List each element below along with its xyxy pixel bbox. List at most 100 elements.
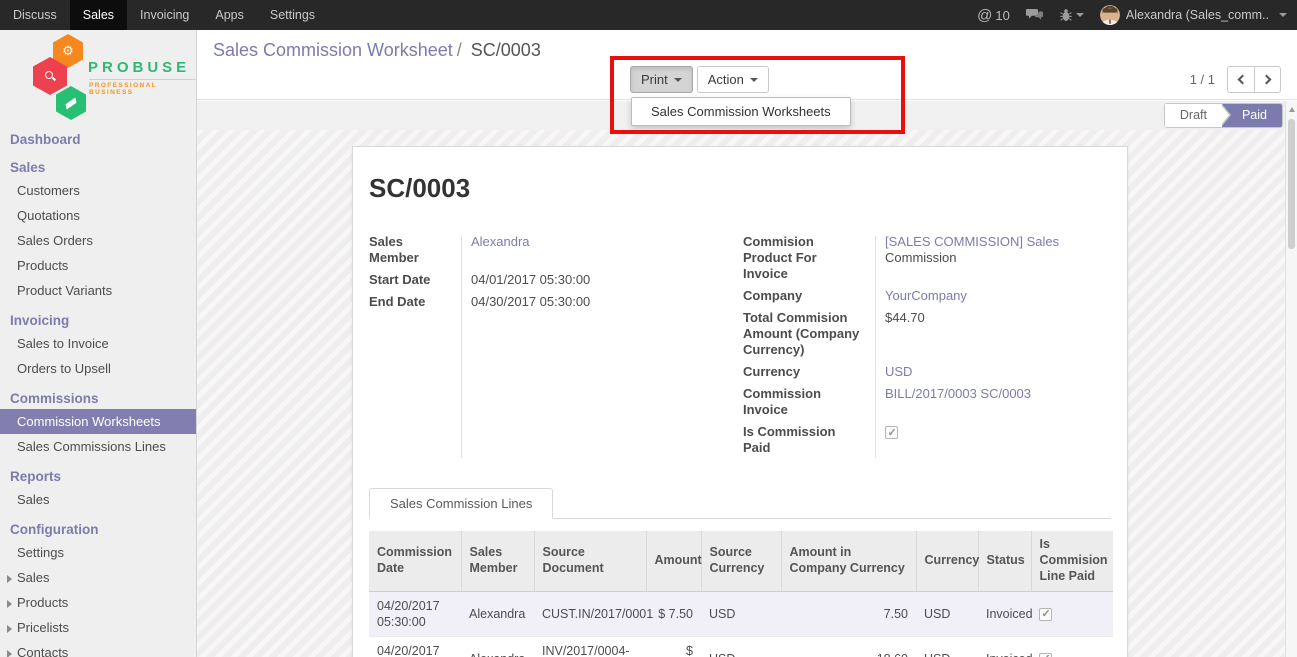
column-header-source-document: Source Document (534, 531, 646, 591)
chat-icon[interactable] (1026, 8, 1044, 22)
cell: 7.50 (781, 591, 916, 637)
field-currency: Currency USD (743, 364, 1109, 380)
breadcrumb-parent-link[interactable]: Sales Commission Worksheet (213, 40, 453, 60)
sidebar-item-sales[interactable]: Sales (0, 487, 196, 512)
sales-member-link[interactable]: Alexandra (461, 234, 530, 266)
field-sales-member: Sales Member Alexandra (369, 234, 725, 266)
top-menu-discuss[interactable]: Discuss (0, 0, 70, 30)
table-header-row: Commission DateSales MemberSource Docume… (369, 531, 1113, 591)
menu-item-sales-commission-worksheets[interactable]: Sales Commission Worksheets (632, 98, 850, 125)
sidebar-item-sales-to-invoice[interactable]: Sales to Invoice (0, 331, 196, 356)
end-date-value: 04/30/2017 05:30:00 (461, 294, 590, 310)
cell: 04/20/2017 05:30:00 (369, 637, 461, 657)
start-date-value: 04/01/2017 05:30:00 (461, 272, 590, 288)
sidebar-item-quotations[interactable]: Quotations (0, 203, 196, 228)
pager-next-button[interactable] (1254, 66, 1281, 93)
cell: 18.60 (781, 637, 916, 657)
print-button-label: Print (641, 72, 668, 87)
field-group-left: Sales Member Alexandra Start Date 04/01/… (369, 234, 725, 462)
breadcrumb-separator: / (453, 40, 466, 60)
user-name: Alexandra (Sales_comm.. (1126, 8, 1269, 22)
column-header-sales-member: Sales Member (461, 531, 534, 591)
column-header-commission-date: Commission Date (369, 531, 461, 591)
sidebar-section-sales[interactable]: Sales (0, 150, 196, 178)
mention-counter[interactable]: @ 10 (977, 7, 1010, 24)
cell: USD (916, 591, 978, 637)
field-end-date: End Date 04/30/2017 05:30:00 (369, 294, 725, 310)
status-step-draft[interactable]: Draft (1165, 104, 1222, 127)
scrollbar-thumb[interactable] (1288, 119, 1295, 249)
sidebar-item-products[interactable]: Products (0, 590, 196, 615)
sidebar-item-products[interactable]: Products (0, 253, 196, 278)
field-is-commission-paid: Is Commission Paid (743, 424, 1109, 456)
print-button[interactable]: Print (630, 66, 693, 93)
is-paid-checkbox (1039, 608, 1052, 621)
is-paid-checkbox (1039, 653, 1052, 657)
sidebar-item-commission-worksheets[interactable]: Commission Worksheets (0, 409, 196, 434)
chevron-right-icon (7, 650, 12, 657)
sidebar-section-dashboard[interactable]: Dashboard (0, 122, 196, 150)
cell: USD (701, 637, 781, 657)
sidebar-item-sales[interactable]: Sales (0, 565, 196, 590)
sidebar-section-configuration[interactable]: Configuration (0, 512, 196, 540)
debug-menu[interactable] (1060, 8, 1084, 22)
field-label: Commision Product For Invoice (743, 234, 875, 282)
commission-invoice-link[interactable]: BILL/2017/0003 SC/0003 (875, 386, 1031, 418)
sidebar-section-commissions[interactable]: Commissions (0, 381, 196, 409)
sidebar-item-orders-to-upsell[interactable]: Orders to Upsell (0, 356, 196, 381)
company-link[interactable]: YourCompany (875, 288, 967, 304)
field-divider (875, 236, 876, 458)
logo-subtitle: PROFESSIONAL BUSINESS (89, 79, 196, 96)
cell: USD (701, 591, 781, 637)
field-label: Sales Member (369, 234, 461, 266)
top-menu: DiscussSalesInvoicingAppsSettings (0, 0, 328, 30)
action-button[interactable]: Action (697, 66, 769, 93)
print-dropdown-menu: Sales Commission Worksheets (631, 97, 851, 126)
top-menu-apps[interactable]: Apps (202, 0, 257, 30)
commission-product-link[interactable]: [SALES COMMISSION] Sales (885, 234, 1059, 250)
sidebar-item-settings[interactable]: Settings (0, 540, 196, 565)
sidebar-section-reports[interactable]: Reports (0, 459, 196, 487)
mention-count: 10 (995, 8, 1009, 23)
magnifier-icon (45, 71, 55, 81)
brush-icon (65, 97, 76, 109)
chevron-right-icon (7, 600, 12, 608)
top-menu-sales[interactable]: Sales (70, 0, 127, 30)
top-menu-invoicing[interactable]: Invoicing (127, 0, 202, 30)
top-menu-settings[interactable]: Settings (257, 0, 328, 30)
field-total-commission: Total Commision Amount (Company Currency… (743, 310, 1109, 358)
sidebar-item-sales-commissions-lines[interactable]: Sales Commissions Lines (0, 434, 196, 459)
field-company: Company YourCompany (743, 288, 1109, 304)
commission-line-row[interactable]: 04/20/2017 05:30:00AlexandraCUST.IN/2017… (369, 591, 1113, 637)
field-label: Company (743, 288, 875, 304)
chevron-right-icon (7, 575, 12, 583)
user-menu[interactable]: Alexandra (Sales_comm.. (1100, 5, 1287, 25)
sidebar: ⚙ PROBUSE PROFESSIONAL BUSINESS Dashboar… (0, 30, 197, 657)
commission-lines-table: Commission DateSales MemberSource Docume… (369, 531, 1113, 657)
sidebar-menu: DashboardSalesCustomersQuotationsSales O… (0, 122, 196, 657)
field-commission-invoice: Commission Invoice BILL/2017/0003 SC/000… (743, 386, 1109, 418)
sidebar-item-pricelists[interactable]: Pricelists (0, 615, 196, 640)
cell: INV/2017/0004-SO008 (534, 637, 646, 657)
pager-previous-button[interactable] (1227, 66, 1254, 93)
column-header-amount-in-company-currency: Amount in Company Currency (781, 531, 916, 591)
cell: Alexandra (461, 637, 534, 657)
main-area: Sales Commission Worksheet/ SC/0003 Prin… (197, 30, 1297, 657)
sidebar-item-product-variants[interactable]: Product Variants (0, 278, 196, 303)
sidebar-item-contacts[interactable]: Contacts (0, 640, 196, 657)
sidebar-item-sales-orders[interactable]: Sales Orders (0, 228, 196, 253)
tab-sales-commission-lines[interactable]: Sales Commission Lines (369, 488, 553, 519)
bug-icon (1060, 8, 1072, 22)
status-step-paid[interactable]: Paid (1222, 104, 1282, 127)
sidebar-section-invoicing[interactable]: Invoicing (0, 303, 196, 331)
column-header-source-currency: Source Currency (701, 531, 781, 591)
action-buttons: Print Action (630, 66, 769, 93)
vertical-scrollbar[interactable] (1285, 101, 1297, 657)
chevron-down-icon (1076, 13, 1084, 17)
scroll-up-arrow[interactable] (1286, 101, 1297, 117)
sidebar-item-customers[interactable]: Customers (0, 178, 196, 203)
field-commission-product: Commision Product For Invoice [SALES COM… (743, 234, 1109, 282)
commission-line-row[interactable]: 04/20/2017 05:30:00AlexandraINV/2017/000… (369, 637, 1113, 657)
currency-link[interactable]: USD (875, 364, 912, 380)
field-label: Total Commision Amount (Company Currency… (743, 310, 875, 358)
